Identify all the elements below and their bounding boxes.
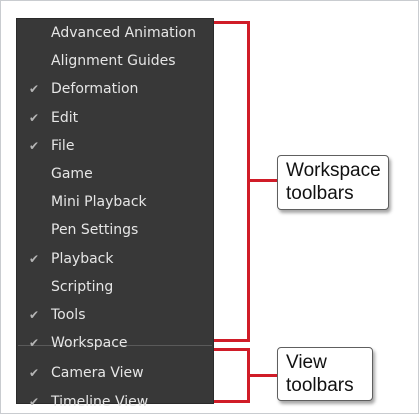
menu-item-label: Playback [51,251,114,267]
menu-item-label: Scripting [51,279,114,295]
workspace-callout-line1: Workspace [286,160,381,181]
menu-item-advanced-animation[interactable]: Advanced Animation [17,19,213,47]
menu-item-file[interactable]: ✔ File [17,132,213,160]
checkmark-icon: ✔ [28,252,40,266]
workspace-toolbars-bracket [214,21,250,342]
toolbars-context-menu: Advanced Animation Alignment Guides ✔ Defor… [16,18,214,410]
menu-item-label: Edit [51,110,79,126]
menu-item-game[interactable]: Game [17,160,213,188]
checkmark-icon: ✔ [28,336,40,350]
view-callout-connector [248,374,278,377]
menu-item-edit[interactable]: ✔ Edit [17,104,213,132]
menu-item-label: Pen Settings [51,222,139,238]
checkmark-icon: ✔ [28,366,40,380]
menu-item-camera-view[interactable]: ✔ Camera View [17,359,213,387]
menu-item-deformation[interactable]: ✔ Deformation [17,75,213,103]
menu-item-label: Mini Playback [51,194,147,210]
menu-item-timeline-view[interactable]: ✔ Timeline View [17,388,213,416]
menu-item-playback[interactable]: ✔ Playback [17,245,213,273]
menu-item-label: Advanced Animation [51,25,196,41]
view-toolbars-bracket [214,348,250,403]
menu-item-alignment-guides[interactable]: Alignment Guides [17,47,213,75]
checkmark-icon: ✔ [28,395,40,409]
workspace-callout-line2: toolbars [286,183,354,204]
view-callout-line2: toolbars [286,375,354,396]
menu-item-tools[interactable]: ✔ Tools [17,301,213,329]
menu-item-label: Deformation [51,81,139,97]
menu-item-label: Timeline View [51,394,149,410]
menu-item-label: Game [51,166,93,182]
checkmark-icon: ✔ [28,82,40,96]
checkmark-icon: ✔ [28,308,40,322]
menu-item-scripting[interactable]: Scripting [17,273,213,301]
menu-item-label: Workspace [51,335,128,351]
menu-item-mini-playback[interactable]: Mini Playback [17,188,213,216]
menu-item-label: File [51,138,75,154]
view-toolbars-callout: View toolbars [277,347,373,401]
menu-item-label: Tools [51,307,86,323]
checkmark-icon: ✔ [28,111,40,125]
workspace-toolbars-callout: Workspace toolbars [277,155,389,210]
workspace-callout-connector [248,179,278,182]
menu-item-label: Camera View [51,365,144,381]
checkmark-icon: ✔ [28,139,40,153]
menu-item-label: Alignment Guides [51,53,176,69]
view-callout-line1: View [286,352,327,373]
menu-item-pen-settings[interactable]: Pen Settings [17,216,213,244]
menu-item-workspace[interactable]: ✔ Workspace [17,329,213,357]
